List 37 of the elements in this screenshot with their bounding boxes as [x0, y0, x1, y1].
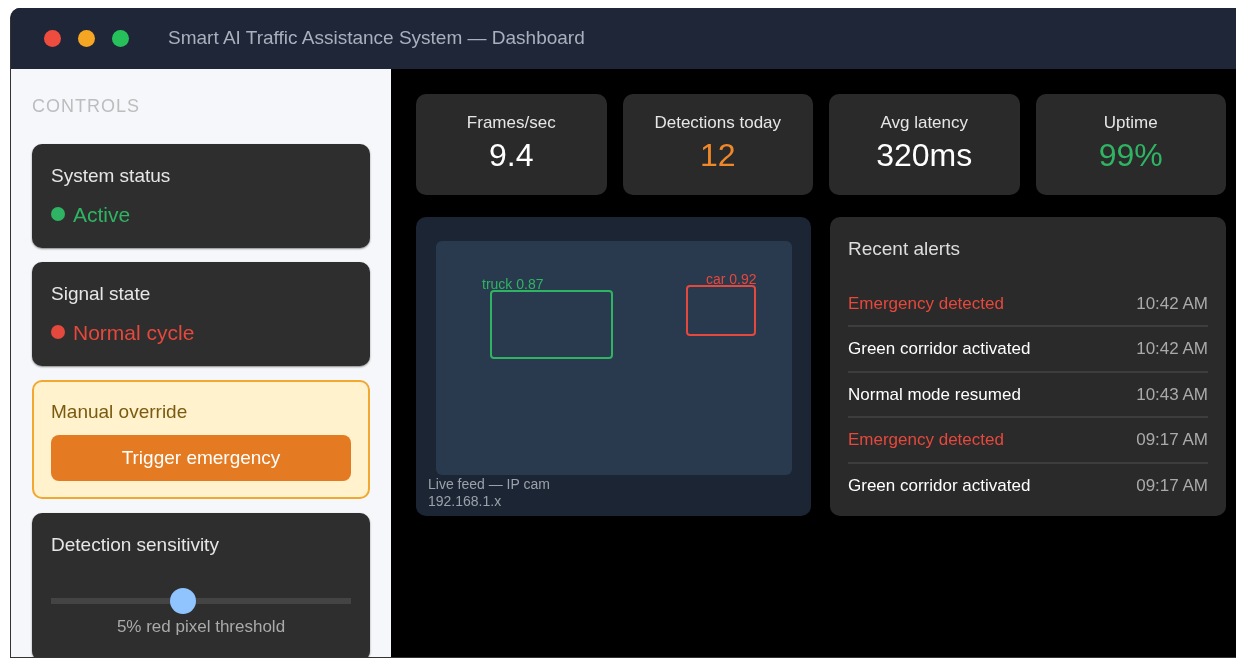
status-value: Normal cycle [73, 319, 195, 346]
alerts-title: Recent alerts [848, 237, 961, 261]
slider-thumb[interactable] [170, 587, 196, 614]
status-value: Active [73, 201, 131, 228]
feed-caption: Live feed — IP cam [428, 477, 551, 493]
alert-time: 10:42 AM [1136, 338, 1208, 360]
stat-value: 12 [698, 135, 737, 174]
alert-time: 09:17 AM [1136, 429, 1208, 451]
detection-label: car 0.92 [706, 270, 757, 289]
detection-label: truck 0.87 [482, 275, 544, 294]
stat-value: 320ms [875, 135, 974, 174]
alert-time: 10:42 AM [1136, 292, 1208, 315]
alert-text: Normal mode resumed [848, 383, 1021, 406]
stat-value: 99% [1097, 135, 1164, 174]
stat-label: Detections today [653, 112, 783, 134]
alert-time: 09:17 AM [1136, 474, 1208, 497]
stat-label: Uptime [1102, 112, 1159, 134]
stat-label: Avg latency [879, 112, 970, 134]
window-control-button[interactable] [112, 30, 129, 47]
alert-text: Emergency detected [848, 429, 1004, 451]
alert-text: Green corridor activated [848, 474, 1031, 497]
slider-reading: 5% red pixel threshold [115, 615, 287, 638]
stat-value: 9.4 [488, 135, 535, 174]
alert-text: Emergency detected [848, 292, 1004, 315]
trigger-emergency-button[interactable]: Trigger emergency [51, 434, 351, 481]
window-control-button[interactable] [44, 30, 61, 47]
status-label: Signal state [51, 282, 152, 306]
override-label: Manual override [51, 400, 189, 424]
stat-label: Frames/sec [465, 112, 557, 134]
feed-caption: 192.168.1.x [428, 494, 503, 510]
window-control-button[interactable] [78, 30, 95, 47]
alert-text: Green corridor activated [848, 338, 1031, 360]
status-label: System status [51, 164, 172, 188]
alert-time: 10:43 AM [1136, 383, 1208, 406]
window-title: Smart AI Traffic Assistance System — Dashboard [168, 26, 585, 51]
sidebar-heading: CONTROLS [32, 95, 141, 118]
sensitivity-label: Detection sensitivity [51, 533, 220, 557]
